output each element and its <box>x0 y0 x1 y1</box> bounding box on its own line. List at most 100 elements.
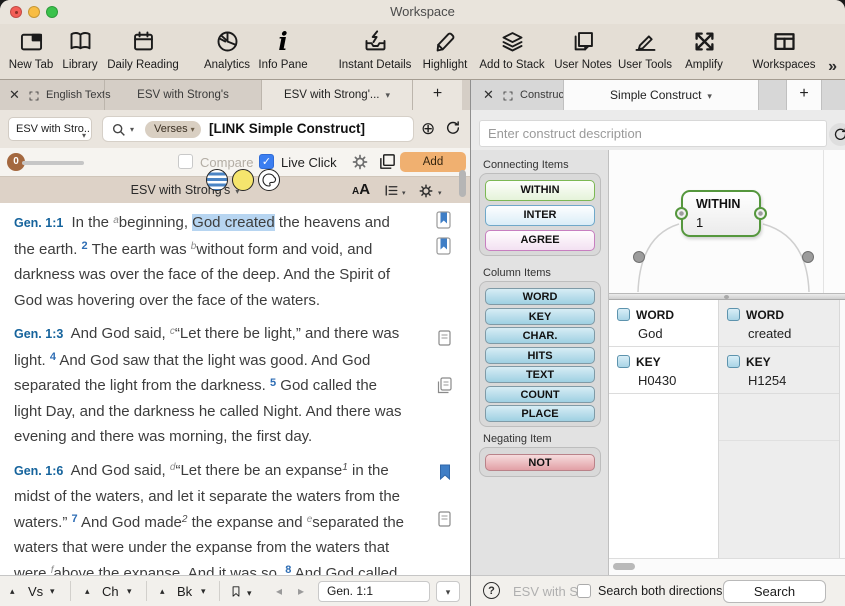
bookmark-nav-icon[interactable] <box>229 583 243 605</box>
node-connector-right[interactable] <box>754 207 767 220</box>
connecting-items-title: Connecting Items <box>483 159 569 171</box>
caret-down-icon[interactable]: ▾ <box>402 189 406 197</box>
construct-entry[interactable]: WORD God <box>609 300 718 347</box>
workspaces-button[interactable]: Workspaces <box>736 27 832 71</box>
daily-reading-button[interactable]: Daily Reading <box>95 27 191 71</box>
vertical-scrollbar-thumb[interactable] <box>459 170 466 197</box>
text-button[interactable]: TEXT <box>485 366 595 383</box>
add-parallel-button[interactable]: Add Parallel▾ <box>400 152 466 172</box>
horizontal-scrollbar-thumb[interactable] <box>613 563 635 570</box>
back-chevron-icon[interactable]: ◂ <box>276 584 282 598</box>
expand-zone-icon[interactable] <box>28 89 40 107</box>
place-button[interactable]: PLACE <box>485 405 595 422</box>
bookmark-icon[interactable] <box>439 464 451 485</box>
parallel-slider-track[interactable] <box>22 161 84 165</box>
reference-input[interactable]: Gen. 1:1 <box>318 581 430 602</box>
tab-simple-construct[interactable]: Simple Construct▾ <box>563 80 759 110</box>
chapter-down-button[interactable]: ▾ <box>127 586 132 597</box>
recycle-icon[interactable] <box>829 123 845 146</box>
live-click-label: Live Click <box>281 155 337 170</box>
item-checkbox-icon[interactable] <box>617 355 630 368</box>
live-click-gear-icon[interactable] <box>351 153 369 176</box>
item-checkbox-icon[interactable] <box>617 308 630 321</box>
text-settings-gear-icon[interactable] <box>418 183 434 204</box>
canvas-splitter[interactable] <box>609 293 845 300</box>
copy-pages-icon[interactable] <box>437 377 452 399</box>
add-construct-tab-button[interactable]: + <box>786 80 822 110</box>
recycle-icon[interactable] <box>445 120 461 141</box>
highlight-style-striped-button[interactable] <box>206 169 228 191</box>
construct-entry[interactable]: KEY H1254 <box>719 347 839 394</box>
hits-button[interactable]: HITS <box>485 347 595 364</box>
tab-esv-with-strongs-active[interactable]: ESV with Strong'...▾ <box>262 80 412 110</box>
close-zone-icon[interactable]: ✕ <box>483 87 494 102</box>
book-down-button[interactable]: ▾ <box>201 586 206 597</box>
info-pane-button[interactable]: i Info Pane <box>235 27 331 71</box>
toolbar-overflow-chevron[interactable]: » <box>828 58 837 76</box>
caret-down-icon[interactable]: ▾ <box>707 91 712 101</box>
search-field[interactable]: ▾ Verses▾ [LINK Simple Construct] <box>102 116 414 142</box>
verse-up-button[interactable]: ▴ <box>10 586 15 597</box>
inter-button[interactable]: INTER <box>485 205 595 226</box>
reference-dropdown-button[interactable]: ▾ <box>436 581 460 602</box>
construct-description-row <box>471 110 845 150</box>
within-node[interactable]: WITHIN 1 <box>681 190 761 237</box>
tab-esv-with-strongs[interactable]: ESV with Strong's <box>104 80 262 110</box>
compare-checkbox[interactable] <box>178 154 193 169</box>
char-button[interactable]: CHAR. <box>485 327 595 344</box>
construct-entry-empty[interactable] <box>719 394 839 441</box>
help-icon[interactable]: ? <box>483 582 500 599</box>
divider <box>70 581 71 601</box>
caret-down-icon[interactable]: ▾ <box>130 125 134 134</box>
bible-text-panel: ✕ English Texts ESV with Strong's ESV wi… <box>0 80 470 606</box>
item-checkbox-icon[interactable] <box>727 355 740 368</box>
link-handle-dot <box>634 252 645 263</box>
agree-button[interactable]: AGREE <box>485 230 595 251</box>
close-zone-icon[interactable]: ✕ <box>9 87 20 102</box>
caret-down-icon[interactable]: ▾ <box>247 588 252 599</box>
horizontal-scrollbar[interactable] <box>609 558 845 575</box>
search-button[interactable]: Search <box>723 580 826 603</box>
node-type-label: WITHIN <box>696 197 740 211</box>
font-size-control[interactable]: AA <box>352 181 370 199</box>
add-search-icon[interactable]: ⊕ <box>421 119 435 139</box>
note-page-icon[interactable] <box>438 511 451 532</box>
construct-column-1[interactable]: WORD God KEY H0430 <box>609 300 718 558</box>
search-row: ESV with Stro...▾ ▾ Verses▾ [LINK Simple… <box>0 110 470 148</box>
add-tab-button[interactable]: + <box>412 80 462 110</box>
duplicate-pane-icon[interactable] <box>378 152 397 176</box>
highlight-palette-button[interactable] <box>258 169 280 191</box>
count-button[interactable]: COUNT <box>485 386 595 403</box>
chapter-up-button[interactable]: ▴ <box>85 586 90 597</box>
search-both-directions-checkbox[interactable] <box>577 584 591 598</box>
construct-entry[interactable]: KEY H0430 <box>609 347 718 394</box>
bookmark-page-icon[interactable] <box>436 237 451 260</box>
bookmark-page-icon[interactable] <box>436 211 451 234</box>
book-up-button[interactable]: ▴ <box>160 586 165 597</box>
construct-canvas[interactable]: WITHIN 1 <box>609 150 845 293</box>
verse-down-button[interactable]: ▾ <box>50 586 55 597</box>
note-page-icon[interactable] <box>438 330 451 351</box>
caret-down-icon[interactable]: ▾ <box>438 189 442 197</box>
live-click-checkbox[interactable]: ✓ <box>259 154 274 169</box>
word-button[interactable]: WORD <box>485 288 595 305</box>
forward-chevron-icon[interactable]: ▸ <box>298 584 304 598</box>
construct-entry[interactable]: WORD created <box>719 300 839 347</box>
scope-dropdown[interactable]: Verses▾ <box>145 121 201 138</box>
display-format-icon[interactable] <box>384 183 399 203</box>
within-button[interactable]: WITHIN <box>485 180 595 201</box>
text-module-dropdown[interactable]: ESV with Stro...▾ <box>8 117 92 141</box>
expand-zone-icon[interactable] <box>502 89 514 107</box>
construct-column-2[interactable]: WORD created KEY H1254 <box>718 300 839 558</box>
node-connector-left[interactable] <box>675 207 688 220</box>
key-button[interactable]: KEY <box>485 308 595 325</box>
construct-column-edge <box>839 300 845 558</box>
not-button[interactable]: NOT <box>485 454 595 471</box>
splitter-handle[interactable] <box>724 295 729 299</box>
verse-list: Gen. 1:1 In the abeginning, God created … <box>0 203 470 575</box>
caret-down-icon[interactable]: ▾ <box>385 90 390 100</box>
item-checkbox-icon[interactable] <box>727 308 740 321</box>
construct-description-input[interactable] <box>479 120 827 147</box>
highlight-style-yellow-button[interactable] <box>232 169 254 191</box>
column-title-dropdown[interactable]: ESV with Strong's▾ <box>0 183 370 197</box>
